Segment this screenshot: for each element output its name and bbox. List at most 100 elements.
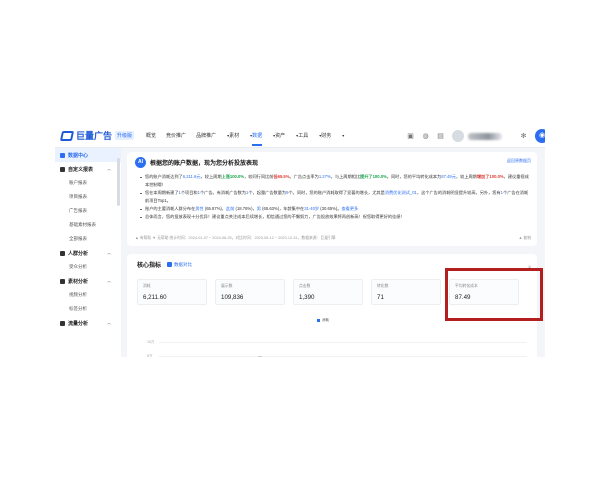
bullet-segment: 账户的主要消耗人群分布在 xyxy=(145,206,196,211)
sidebar-item[interactable]: 账户报表 xyxy=(55,176,121,190)
sidebar: 数据中心 自定义报表 ︿ 账户报表 项目报表 广告报表 基础素材报表 全部报表人群分析 ︿ 受众… xyxy=(55,148,121,357)
bullet-segment[interactable]: 消费优化测试_01 xyxy=(385,190,417,195)
legend-swatch xyxy=(317,319,320,322)
legend-label: 消耗 xyxy=(322,318,329,322)
nav-item-2[interactable]: 品牌推广 xyxy=(196,124,216,148)
analysis-footer: ▲ 有帮助 ▼ 无帮助 统计时间：2024-01-07 ~ 2024-06-25… xyxy=(135,236,336,240)
nav-item-0[interactable]: 概览 xyxy=(146,124,156,148)
kpi-card[interactable]: 转化数 71 xyxy=(371,279,441,305)
sidebar-item[interactable]: 广告报表 xyxy=(55,204,121,218)
version-tag[interactable]: 升级版 xyxy=(115,131,135,140)
sidebar-item[interactable]: 全部报表 xyxy=(55,232,121,246)
sidebar-section-title: 人群分析 xyxy=(68,250,89,257)
bullet-segment: (18.76%)， xyxy=(234,206,257,211)
sidebar-sections: 自定义报表 ︿ 账户报表 项目报表 广告报表 基础素材报表 全部报表 人群分析 ︿ 受众分析 素材分… xyxy=(55,162,121,330)
bullet-segment: 提升了100.0% xyxy=(360,174,387,179)
chevron-down-icon: ▾ xyxy=(342,133,345,138)
avatar[interactable] xyxy=(452,130,464,142)
analysis-bullet: 您的账户消耗达到了6,211.6元，较上周期上涨100.0%，较同行同比前低65… xyxy=(140,173,529,189)
bullet-segment[interactable]: 1.27% xyxy=(319,174,331,179)
gridline xyxy=(159,342,527,343)
sidebar-item[interactable]: 基础素材报表 xyxy=(55,218,121,232)
nav-item-4[interactable]: 数据 xyxy=(252,124,263,148)
bell-icon[interactable]: ◍ xyxy=(422,133,429,140)
kpi-card[interactable]: 展示数 109,836 xyxy=(215,279,285,305)
kpi-card[interactable]: 消耗 6,211.60 xyxy=(137,279,207,305)
sidebar-item-data-center[interactable]: 数据中心 xyxy=(55,148,121,162)
nav-item-5[interactable]: 资产 xyxy=(275,124,285,148)
logo[interactable]: 巨量广告 升级版 xyxy=(59,129,135,142)
username-redacted[interactable] xyxy=(468,132,502,140)
kpi-card[interactable]: 点击数 1,390 xyxy=(293,279,363,305)
chart-legend[interactable]: 消耗 xyxy=(317,318,329,323)
section-icon xyxy=(60,278,65,284)
bullet-segment: 上涨100.0% xyxy=(221,174,245,179)
analysis-bullet: 您在本周期新建了1个项目和1个广告。有消耗广告数为1个，起量广告数量为9个。同时… xyxy=(140,189,529,205)
kpi-label: 消耗 xyxy=(143,284,151,288)
ai-assistant-icon: AI xyxy=(135,157,146,168)
sidebar-section-0[interactable]: 自定义报表 ︿ xyxy=(55,162,121,176)
bullet-segment: ，较同行同比前 xyxy=(244,174,274,179)
bullet-segment: 低65.5% xyxy=(273,174,290,179)
chevron-up-icon: ︿ xyxy=(107,250,111,255)
copy-button[interactable]: ▲ 复制 xyxy=(519,236,531,241)
bullet-segment[interactable]: 6,211.6元 xyxy=(183,174,201,179)
main-nav: 概览 竞价推广 品牌推广 ▾ 素材 ▾ 数据 ▾ 资产 ▾ 工具 ▾ 财务 ▾ xyxy=(146,124,344,148)
bullet-segment: 个广告。有消耗广告数为 xyxy=(199,190,247,195)
compare-label[interactable]: 数据对比 xyxy=(174,262,192,268)
bullet-segment: 个项目和 xyxy=(180,190,198,195)
bullet-segment[interactable]: 31-40岁 xyxy=(304,206,319,211)
y-tick-mid: 8万 xyxy=(147,354,153,357)
clipboard-icon[interactable]: ▣ xyxy=(407,133,414,140)
nav-item-3[interactable]: 素材 xyxy=(229,124,239,148)
core-metrics-title: 核心指标 xyxy=(137,263,162,269)
section-icon xyxy=(60,250,65,256)
sidebar-section-2[interactable]: 素材分析 ︿ xyxy=(55,274,121,288)
assistant-button[interactable]: ◉ xyxy=(535,129,545,143)
bullet-segment: 。广告点击率为 xyxy=(289,174,319,179)
nav-item-7[interactable]: 财务 xyxy=(321,124,331,148)
analysis-bullet: 总体而言，您的投放表现十分优异！建议重点关注成本后续增长，相信通过您的不懈努力，… xyxy=(140,213,529,221)
ai-analysis-card: AI 根据您的账户数据，现为您分析投放表现 返回原数据页 您的账户消耗达到了6,… xyxy=(127,152,537,246)
sidebar-section-3[interactable]: 流量分析 ︿ xyxy=(55,316,121,330)
bullet-segment: ，较上周期 xyxy=(200,174,222,179)
kpi-value: 6,211.60 xyxy=(143,294,167,301)
sidebar-item[interactable]: 标签分析 xyxy=(55,302,121,316)
sidebar-section-title: 自定义报表 xyxy=(68,166,94,173)
app-screen: 巨量广告 升级版 概览 竞价推广 品牌推广 ▾ 素材 ▾ 数据 ▾ 资产 ▾ 工具 ▾ 财务 ▾ ▣ ◍ … xyxy=(55,124,545,357)
section-icon xyxy=(60,166,65,172)
kpi-value: 1,390 xyxy=(299,294,315,301)
bullet-segment: (65.87%)， xyxy=(203,206,226,211)
message-icon[interactable]: ▤ xyxy=(437,133,444,140)
compare-checkbox[interactable] xyxy=(167,262,173,267)
sidebar-item[interactable]: 受众分析 xyxy=(55,260,121,274)
bullet-segment[interactable]: 男性 xyxy=(195,206,203,211)
chevron-up-icon: ︿ xyxy=(107,166,111,171)
bullet-segment: ，较上周期 xyxy=(455,174,477,179)
sidebar-section-1[interactable]: 人群分析 ︿ xyxy=(55,246,121,260)
sidebar-section-title: 素材分析 xyxy=(68,278,89,285)
gear-icon[interactable]: ✻ xyxy=(520,133,527,140)
bullet-segment[interactable]: 查看更多 xyxy=(341,206,358,211)
bullet-segment: ，这个广告的消耗明显提升较高，另外，您有 xyxy=(416,190,501,195)
analysis-bullet: 账户的主要消耗人群分布在男性 (65.87%)，此前 (18.76%)，男 (6… xyxy=(140,205,529,213)
gridline xyxy=(159,356,527,357)
ai-analysis-title: 根据您的账户数据，现为您分析投放表现 xyxy=(150,161,259,167)
kpi-value: 109,836 xyxy=(221,294,244,301)
sidebar-scrollbar[interactable] xyxy=(117,158,120,206)
back-to-data-link[interactable]: 返回原数据页 xyxy=(507,158,531,164)
bullet-segment: 个，起量广告数量为 xyxy=(248,190,287,195)
main-content: AI 根据您的账户数据，现为您分析投放表现 返回原数据页 您的账户消耗达到了6,… xyxy=(127,152,537,357)
kpi-label: 点击数 xyxy=(299,284,311,288)
bullet-segment: (30.65%)。 xyxy=(319,206,342,211)
sidebar-item[interactable]: 项目报表 xyxy=(55,190,121,204)
sidebar-item[interactable]: 视频分析 xyxy=(55,288,121,302)
nav-item-1[interactable]: 竞价推广 xyxy=(166,124,186,148)
bullet-segment: 增加了100.0% xyxy=(476,174,504,179)
kpi-value: 71 xyxy=(377,294,384,301)
logo-icon xyxy=(59,130,75,141)
top-navbar: 巨量广告 升级版 概览 竞价推广 品牌推广 ▾ 素材 ▾ 数据 ▾ 资产 ▾ 工具 ▾ 财务 ▾ ▣ ◍ … xyxy=(55,124,545,148)
logo-text: 巨量广告 xyxy=(76,131,113,141)
bullet-segment[interactable]: 87.49元 xyxy=(441,174,456,179)
nav-item-6[interactable]: 工具 xyxy=(298,124,308,148)
